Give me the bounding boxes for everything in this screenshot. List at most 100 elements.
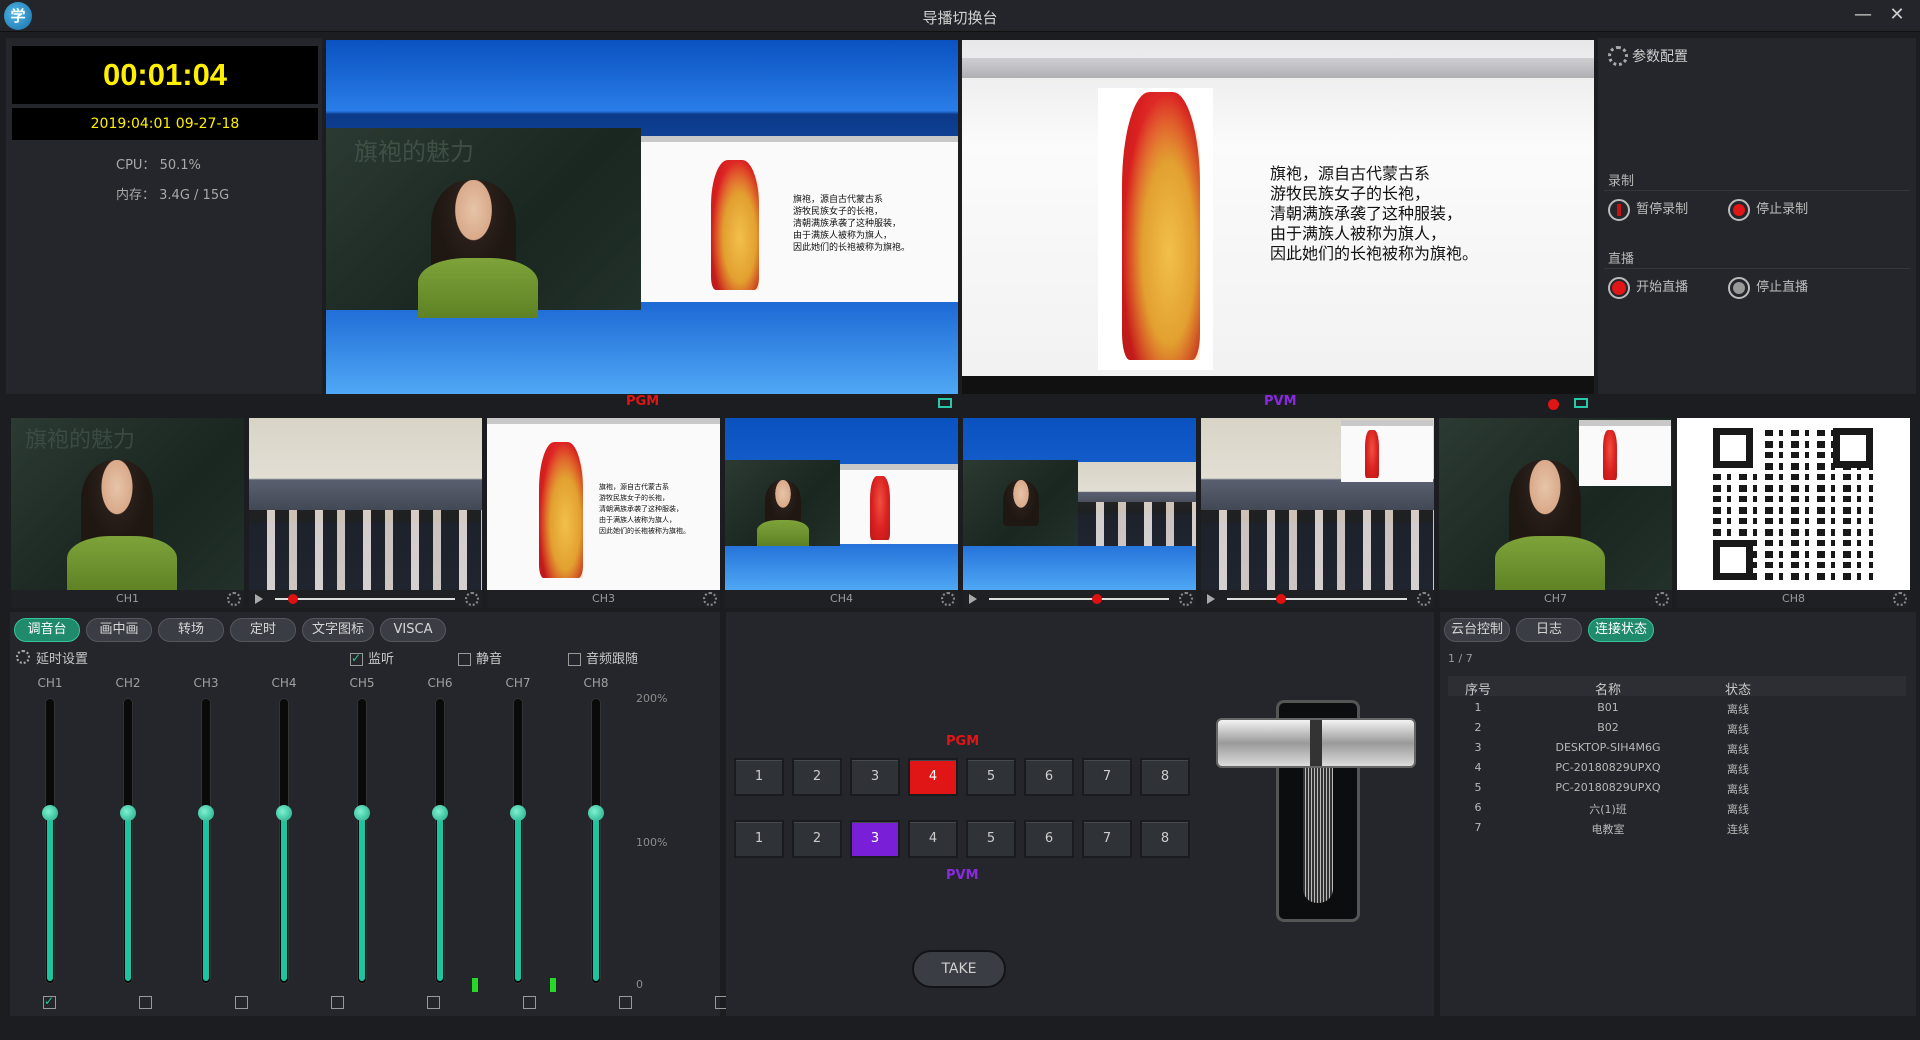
volume-fader[interactable] <box>276 698 292 984</box>
fader-knob[interactable] <box>42 805 58 822</box>
delay-settings-icon[interactable] <box>16 650 30 664</box>
pgm-monitor-icon[interactable] <box>938 398 952 408</box>
playback-track[interactable] <box>275 598 455 600</box>
delay-settings-link[interactable]: 延时设置 <box>36 648 88 667</box>
pvm-button-2[interactable]: 2 <box>792 820 842 858</box>
pgm-button-2[interactable]: 2 <box>792 758 842 796</box>
channel-settings-gear-icon[interactable] <box>1655 592 1669 606</box>
audio-tab-6[interactable]: VISCA <box>380 618 446 642</box>
table-row[interactable]: 3 DESKTOP-SIH4M6G 离线 <box>1448 738 1906 758</box>
audio-tab-4[interactable]: 定时 <box>230 618 296 642</box>
audio-tab-5[interactable]: 文字图标 <box>302 618 374 642</box>
channel-settings-gear-icon[interactable] <box>1417 592 1431 606</box>
fader-knob[interactable] <box>354 805 370 822</box>
pause-record-button[interactable]: 暂停录制 <box>1608 198 1688 221</box>
channel-thumb-3[interactable]: 旗袍，源自古代蒙古系 游牧民族女子的长袍， 清朝满族承袭了这种服装， 由于满族人… <box>487 418 720 590</box>
fader-knob[interactable] <box>510 805 526 822</box>
channel-thumb-7[interactable] <box>1439 418 1672 590</box>
mute-check[interactable] <box>458 653 471 666</box>
table-row[interactable]: 5 PC-20180829UPXQ 离线 <box>1448 778 1906 798</box>
channel-thumb-2[interactable] <box>249 418 482 590</box>
pgm-button-6[interactable]: 6 <box>1024 758 1074 796</box>
channel-thumb-4[interactable] <box>725 418 958 590</box>
pgm-button-7[interactable]: 7 <box>1082 758 1132 796</box>
playback-handle[interactable] <box>1092 594 1102 604</box>
pvm-button-6[interactable]: 6 <box>1024 820 1074 858</box>
audio-tab-1[interactable]: 调音台 <box>14 618 80 642</box>
take-button[interactable]: TAKE <box>912 950 1006 988</box>
close-button[interactable]: ✕ <box>1884 4 1910 28</box>
pvm-monitor[interactable]: 旗袍，源自古代蒙古系 游牧民族女子的长袍， 清朝满族承袭了这种服装， 由于满族人… <box>962 40 1594 394</box>
pvm-button-3[interactable]: 3 <box>850 820 900 858</box>
channel-settings-gear-icon[interactable] <box>465 592 479 606</box>
volume-fader[interactable] <box>42 698 58 984</box>
playback-bar[interactable] <box>967 590 1187 608</box>
monitor-check[interactable] <box>350 651 363 666</box>
pgm-monitor[interactable]: 旗袍的魅力 旗袍，源自古代蒙古系 游牧民族女子的长袍， 清朝满族承袭了这种服装，… <box>326 40 958 394</box>
audio-follow-check[interactable] <box>568 653 581 666</box>
table-row[interactable]: 6 六(1)班 离线 <box>1448 798 1906 818</box>
fader-knob[interactable] <box>276 805 292 822</box>
table-row[interactable]: 4 PC-20180829UPXQ 离线 <box>1448 758 1906 778</box>
monitor-checkbox[interactable]: 监听 <box>350 648 394 667</box>
connection-tab-2[interactable]: 日志 <box>1516 618 1582 642</box>
pgm-button-3[interactable]: 3 <box>850 758 900 796</box>
fader-knob[interactable] <box>120 805 136 822</box>
pgm-button-8[interactable]: 8 <box>1140 758 1190 796</box>
channel-enable-checkbox[interactable] <box>331 996 344 1009</box>
fader-knob[interactable] <box>588 805 604 822</box>
playback-handle[interactable] <box>288 594 298 604</box>
playback-bar[interactable] <box>253 590 473 608</box>
channel-thumb-6[interactable] <box>1201 418 1434 590</box>
playback-bar[interactable] <box>1205 590 1425 608</box>
pgm-button-5[interactable]: 5 <box>966 758 1016 796</box>
volume-fader[interactable] <box>354 698 370 984</box>
volume-fader[interactable] <box>120 698 136 984</box>
pvm-button-8[interactable]: 8 <box>1140 820 1190 858</box>
volume-fader[interactable] <box>588 698 604 984</box>
channel-enable-checkbox[interactable] <box>427 996 440 1009</box>
channel-enable-checkbox[interactable] <box>43 994 56 1009</box>
channel-settings-gear-icon[interactable] <box>703 592 717 606</box>
playback-track[interactable] <box>1227 598 1407 600</box>
channel-settings-gear-icon[interactable] <box>227 592 241 606</box>
fader-knob[interactable] <box>198 805 214 822</box>
pvm-monitor-icon[interactable] <box>1574 398 1588 408</box>
t-bar-handle[interactable] <box>1216 718 1416 768</box>
channel-thumb-5[interactable] <box>963 418 1196 590</box>
table-row[interactable]: 2 B02 离线 <box>1448 718 1906 738</box>
channel-enable-checkbox[interactable] <box>235 996 248 1009</box>
playback-handle[interactable] <box>1276 594 1286 604</box>
channel-enable-checkbox[interactable] <box>619 996 632 1009</box>
pgm-button-1[interactable]: 1 <box>734 758 784 796</box>
pvm-button-5[interactable]: 5 <box>966 820 1016 858</box>
pgm-button-4[interactable]: 4 <box>908 758 958 796</box>
channel-settings-gear-icon[interactable] <box>1179 592 1193 606</box>
volume-fader[interactable] <box>432 698 448 984</box>
volume-fader[interactable] <box>510 698 526 984</box>
play-icon[interactable] <box>255 594 263 604</box>
stop-record-button[interactable]: 停止录制 <box>1728 198 1808 221</box>
volume-fader[interactable] <box>198 698 214 984</box>
channel-enable-checkbox[interactable] <box>523 996 536 1009</box>
audio-tab-3[interactable]: 转场 <box>158 618 224 642</box>
pvm-button-4[interactable]: 4 <box>908 820 958 858</box>
table-row[interactable]: 1 B01 离线 <box>1448 698 1906 718</box>
channel-thumb-1[interactable]: 旗袍的魅力 <box>11 418 244 590</box>
fader-knob[interactable] <box>432 805 448 822</box>
pvm-button-1[interactable]: 1 <box>734 820 784 858</box>
minimize-button[interactable]: — <box>1850 4 1876 28</box>
play-icon[interactable] <box>1207 594 1215 604</box>
start-live-button[interactable]: 开始直播 <box>1608 276 1688 299</box>
settings-gear-icon[interactable] <box>1608 46 1628 66</box>
channel-enable-checkbox[interactable] <box>139 996 152 1009</box>
mute-checkbox[interactable]: 静音 <box>458 648 502 667</box>
connection-tab-3[interactable]: 连接状态 <box>1588 618 1654 642</box>
connection-tab-1[interactable]: 云台控制 <box>1444 618 1510 642</box>
play-icon[interactable] <box>969 594 977 604</box>
pvm-button-7[interactable]: 7 <box>1082 820 1132 858</box>
channel-settings-gear-icon[interactable] <box>941 592 955 606</box>
table-row[interactable]: 7 电教室 连线 <box>1448 818 1906 838</box>
audio-follow-checkbox[interactable]: 音频跟随 <box>568 648 638 667</box>
channel-settings-gear-icon[interactable] <box>1893 592 1907 606</box>
